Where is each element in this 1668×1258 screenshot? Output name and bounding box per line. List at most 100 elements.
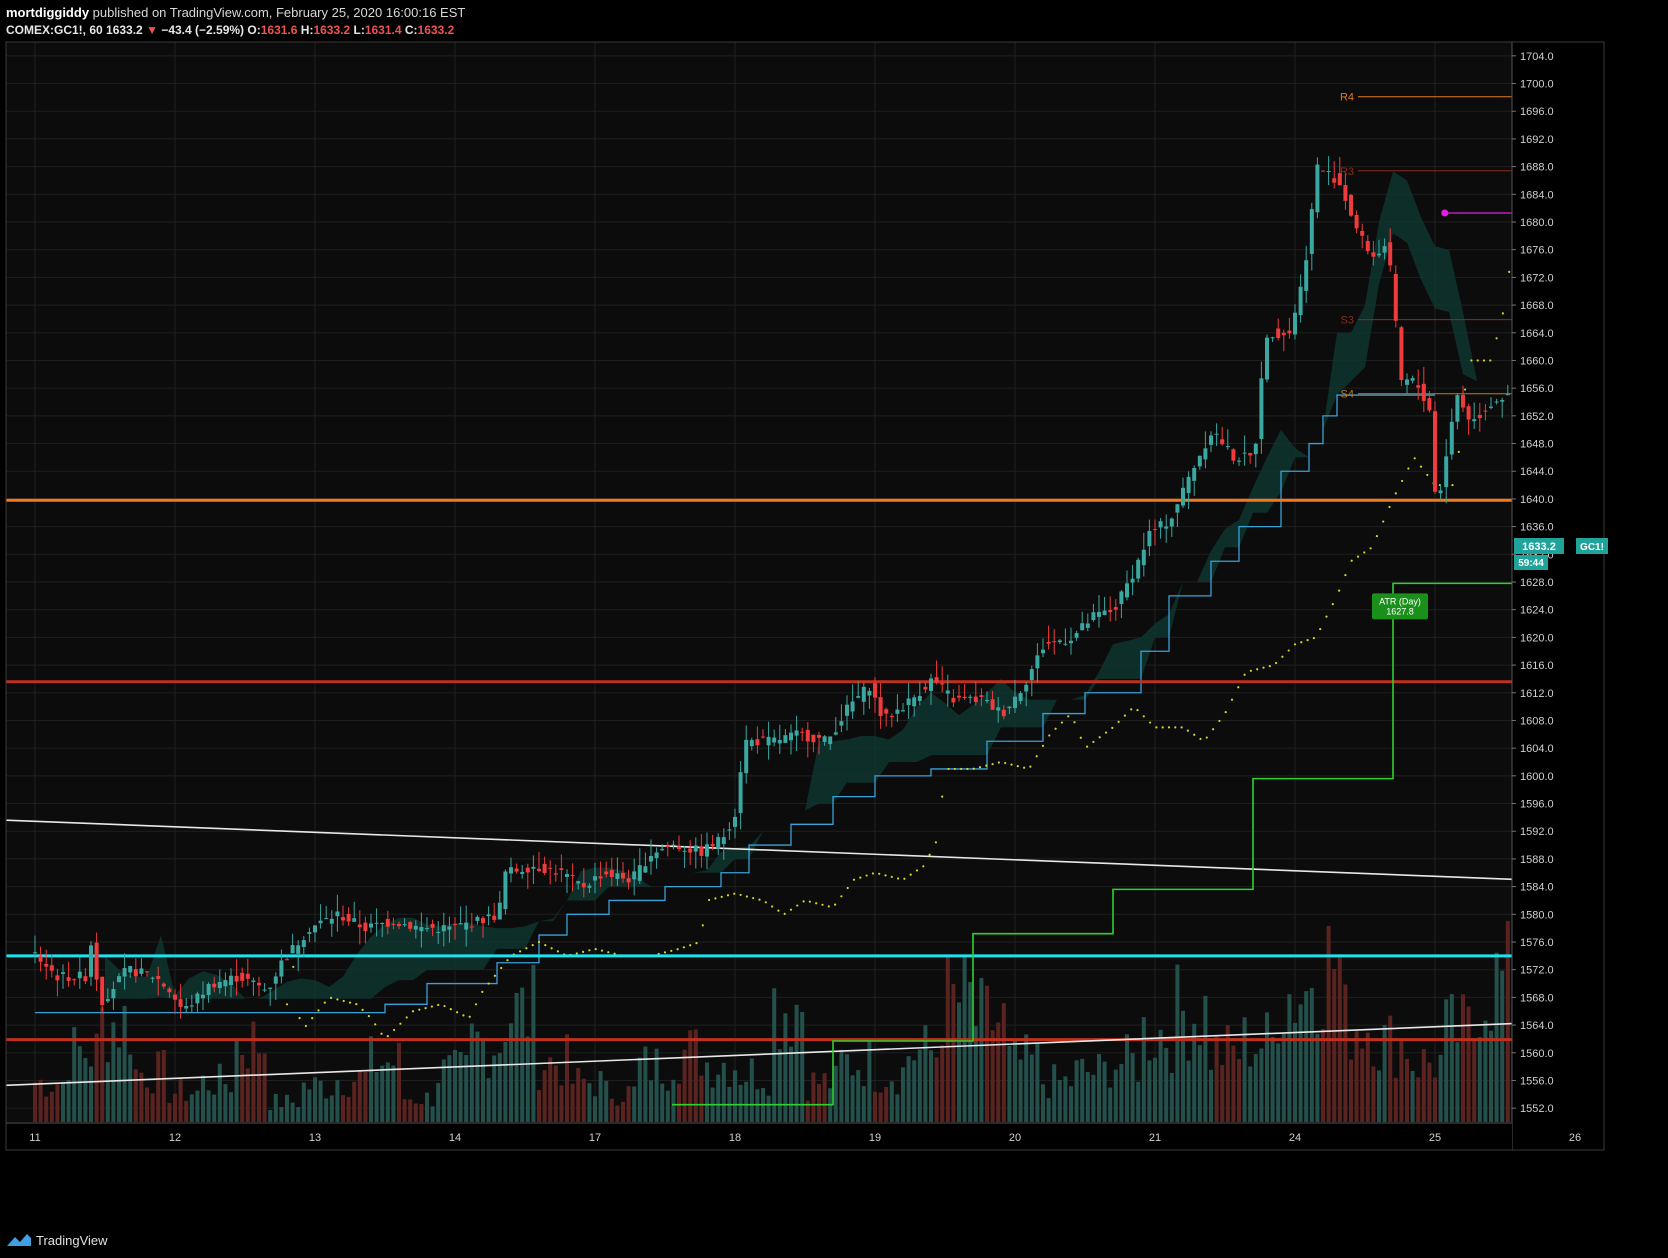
candle-body bbox=[44, 963, 49, 967]
candle-body bbox=[1001, 709, 1006, 717]
ma-dot bbox=[1230, 698, 1234, 701]
ma-dot bbox=[663, 951, 667, 954]
volume-bar bbox=[1477, 1037, 1482, 1122]
candle-body bbox=[33, 952, 37, 954]
candle-body bbox=[38, 956, 43, 962]
candle-body bbox=[413, 925, 418, 930]
ma-dot bbox=[903, 877, 906, 880]
volume-bar bbox=[1141, 1017, 1146, 1122]
ma-dot bbox=[1199, 737, 1202, 741]
candle-body bbox=[570, 875, 575, 877]
candle-body bbox=[1449, 421, 1454, 455]
ma-dot bbox=[972, 767, 975, 770]
candle-body bbox=[324, 918, 329, 920]
volume-bar bbox=[1388, 1015, 1393, 1122]
ma-dot bbox=[342, 999, 345, 1003]
candle-body bbox=[1466, 406, 1471, 420]
pivot-S3-label: S3 bbox=[1341, 315, 1354, 327]
candle-body bbox=[733, 816, 737, 827]
volume-bar bbox=[475, 1031, 480, 1122]
ma-dot bbox=[506, 959, 509, 962]
candle-body bbox=[912, 697, 917, 707]
candle-body bbox=[77, 971, 82, 979]
volume-bar bbox=[643, 1046, 648, 1122]
countdown-value: 59:44 bbox=[1518, 558, 1544, 569]
volume-bar bbox=[873, 1091, 877, 1122]
ma-dot bbox=[1249, 669, 1252, 672]
symbol-label[interactable]: COMEX:GC1!, 60 bbox=[6, 23, 103, 37]
ma-dot bbox=[1161, 726, 1164, 729]
candle-body bbox=[346, 913, 351, 922]
volume-bar bbox=[1248, 1066, 1253, 1122]
volume-bar bbox=[979, 978, 984, 1122]
price-chart[interactable]: ATR (Day)1627.8 R4 R3 S3 S4 1704.0 1700.0 1696.… bbox=[0, 0, 1668, 1258]
ma-dot bbox=[1073, 721, 1076, 724]
candle-body bbox=[861, 686, 866, 702]
candle-body bbox=[1041, 649, 1045, 654]
volume-bar bbox=[55, 1084, 60, 1122]
ma-dot bbox=[783, 912, 786, 915]
volume-bar bbox=[1500, 970, 1505, 1122]
volume-bar bbox=[901, 1067, 905, 1122]
ma-dot bbox=[1067, 715, 1070, 718]
candle-body bbox=[1192, 467, 1197, 481]
volume-bar bbox=[296, 1107, 301, 1122]
volume-bar bbox=[1321, 1028, 1325, 1122]
ma-dot bbox=[1331, 603, 1334, 606]
volume-bar bbox=[1281, 1033, 1286, 1122]
candle-body bbox=[1421, 383, 1426, 401]
volume-bar bbox=[301, 1082, 306, 1122]
volume-bar bbox=[1147, 1060, 1152, 1122]
ma-dot bbox=[682, 946, 686, 949]
volume-bar bbox=[1024, 1034, 1029, 1122]
ma-dot bbox=[928, 853, 931, 856]
ma-dot bbox=[1464, 388, 1467, 391]
volume-bar bbox=[397, 1042, 401, 1122]
ma-dot bbox=[393, 1028, 396, 1032]
volume-bar bbox=[1343, 984, 1348, 1122]
ma-dot bbox=[1060, 721, 1063, 724]
volume-bar bbox=[307, 1089, 312, 1122]
volume-bar bbox=[789, 1046, 793, 1122]
ma-dot bbox=[1193, 733, 1196, 736]
candle-body bbox=[1416, 385, 1421, 388]
candle-body bbox=[1063, 643, 1068, 645]
candle-body bbox=[279, 960, 284, 977]
tradingview-footer[interactable]: TradingView bbox=[6, 1232, 108, 1248]
candle-body bbox=[845, 704, 849, 716]
volume-bar bbox=[1035, 1043, 1040, 1122]
volume-bar bbox=[458, 1051, 463, 1122]
candle-body bbox=[94, 942, 99, 980]
volume-bar bbox=[117, 1047, 121, 1122]
volume-bar bbox=[1153, 1057, 1157, 1122]
volume-bar bbox=[1102, 1061, 1107, 1122]
ma-dot bbox=[1413, 457, 1416, 460]
volume-bar bbox=[201, 1075, 205, 1122]
candle-body bbox=[1136, 559, 1141, 579]
volume-bar bbox=[44, 1096, 49, 1122]
volume-bar bbox=[889, 1081, 894, 1122]
y-tick-label: 1552.0 bbox=[1520, 1103, 1554, 1115]
x-tick-label: 13 bbox=[309, 1132, 321, 1144]
pivot-R3-label: R3 bbox=[1340, 166, 1354, 178]
ma-dot bbox=[594, 947, 597, 951]
volume-bar bbox=[273, 1093, 278, 1122]
volume-bar bbox=[1063, 1076, 1068, 1122]
candle-body bbox=[1309, 209, 1314, 254]
volume-bar bbox=[1377, 1070, 1381, 1122]
ma-dot bbox=[771, 905, 774, 908]
y-tick-label: 1680.0 bbox=[1520, 217, 1554, 229]
candle-body bbox=[419, 927, 424, 932]
close-value: 1633.2 bbox=[417, 23, 455, 37]
candle-body bbox=[1399, 327, 1404, 381]
volume-bar bbox=[335, 1080, 340, 1122]
candle-body bbox=[156, 975, 161, 980]
candle-body bbox=[503, 871, 508, 910]
volume-bar bbox=[559, 1085, 564, 1122]
ma-dot bbox=[1394, 492, 1397, 495]
candle-body bbox=[1231, 449, 1236, 461]
candle-body bbox=[996, 707, 1001, 711]
candle-body bbox=[1125, 583, 1129, 598]
publisher-name[interactable]: mortdiggiddy bbox=[6, 5, 89, 20]
candle-body bbox=[1472, 419, 1477, 422]
